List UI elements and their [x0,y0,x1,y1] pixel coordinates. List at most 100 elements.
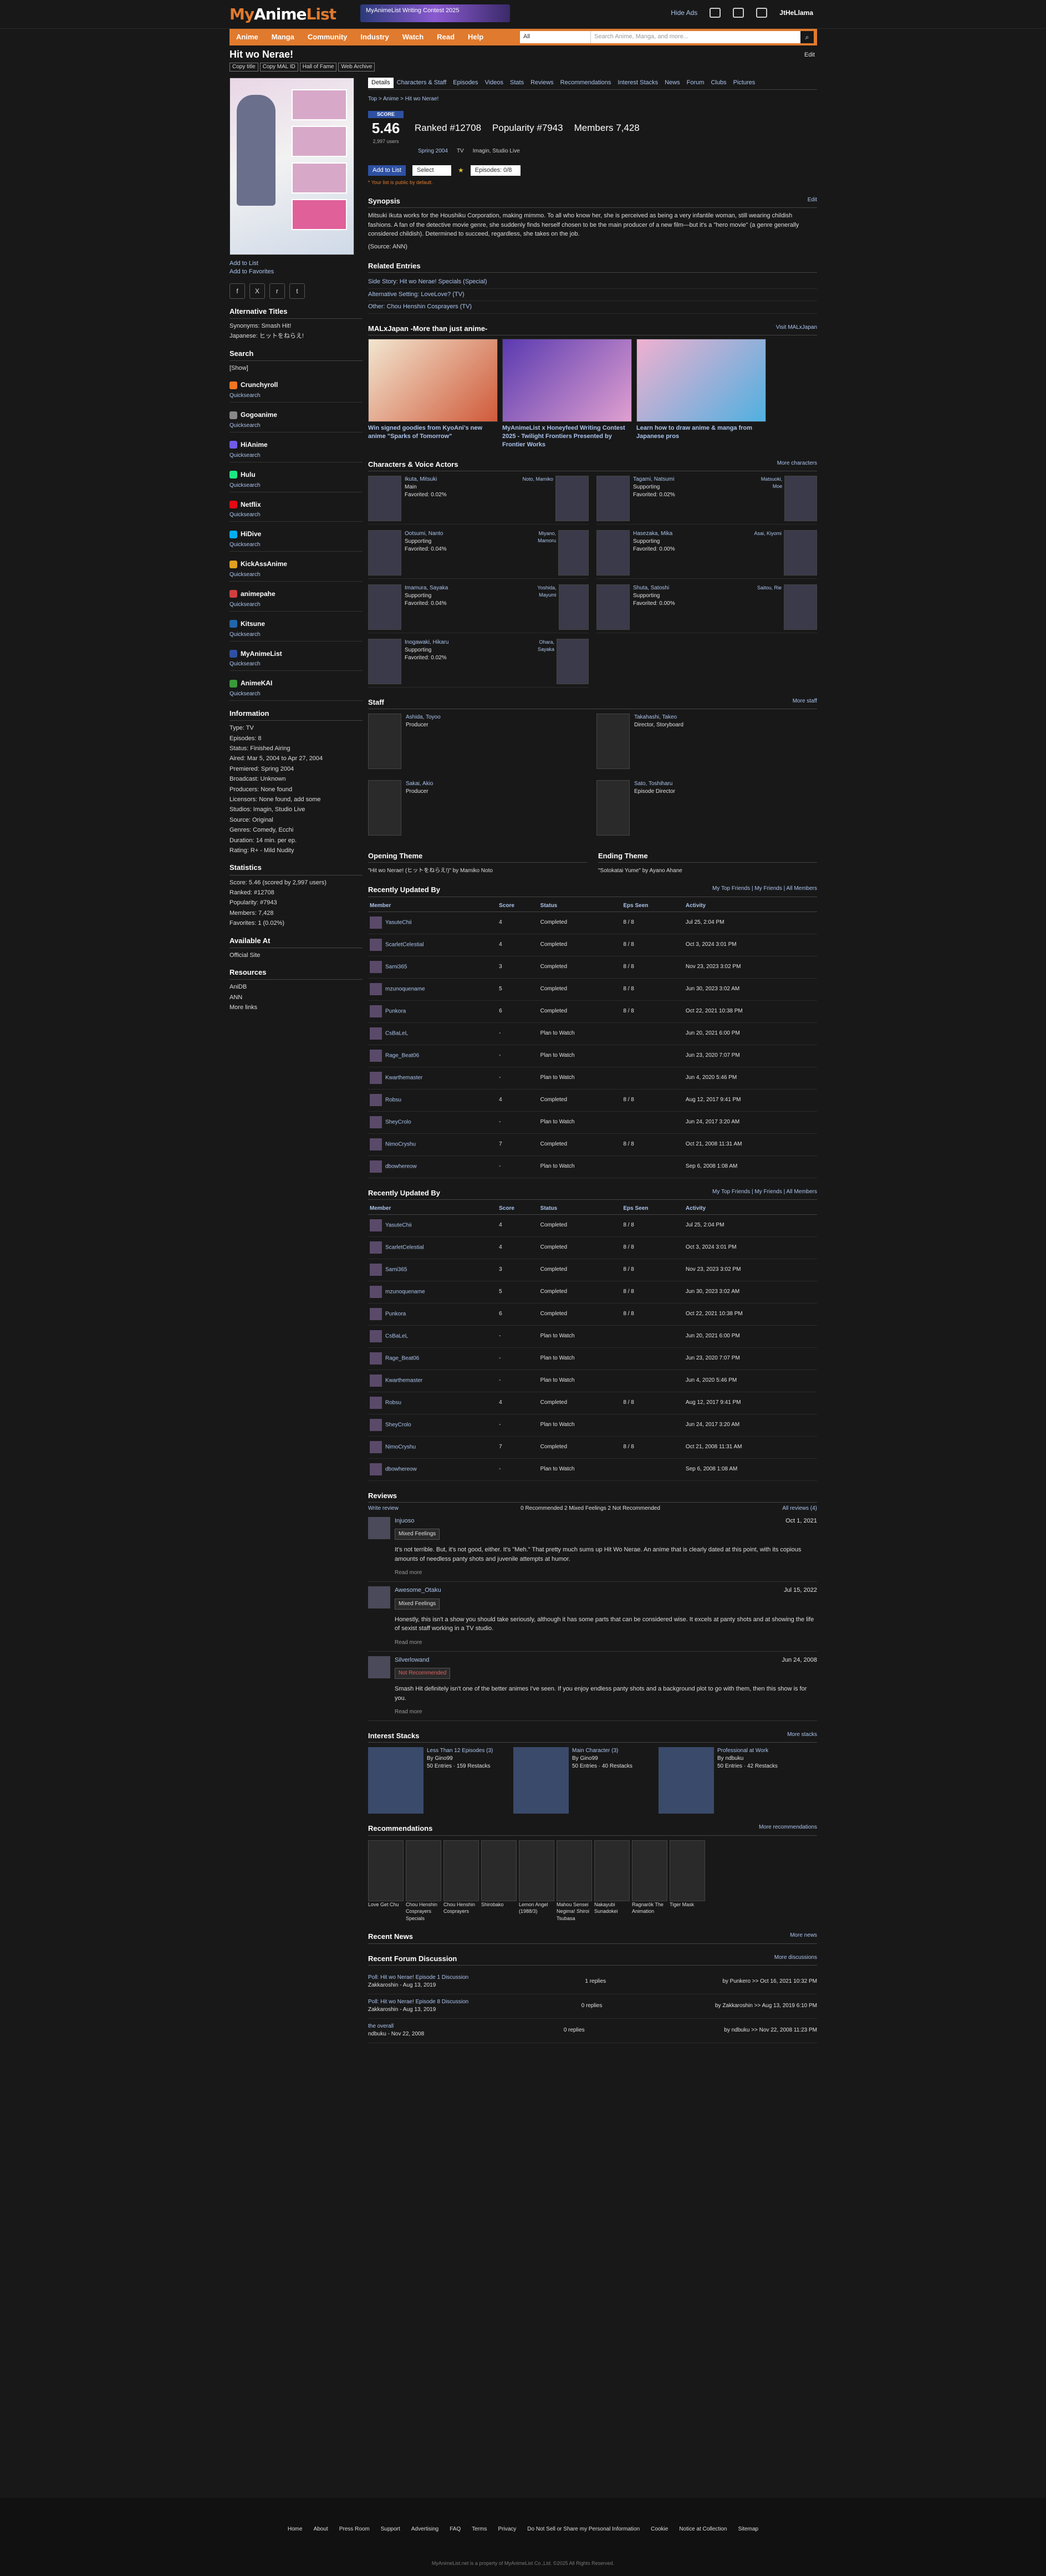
footer-link[interactable]: Home [288,2526,303,2533]
member-name[interactable]: Kwarthemaster [385,1075,422,1081]
recommendation-title[interactable]: Tiger Mask [670,1901,705,1908]
avatar[interactable] [370,1352,382,1365]
member-name[interactable]: Sami365 [385,964,407,970]
staff-name[interactable]: Ashida, Toyoo [406,714,441,721]
avatar[interactable] [370,1308,382,1321]
character-name[interactable]: Tagami, Natsumi [633,476,747,483]
character-image[interactable] [596,584,630,630]
tab-recommendations[interactable]: Recommendations [557,78,615,88]
avatar[interactable] [370,917,382,929]
member-cell[interactable]: ScarletCelestial [368,934,498,956]
mail-icon[interactable] [733,8,744,18]
menu-manga[interactable]: Manga [265,32,301,42]
discussion-title[interactable]: Poll: Hit wo Nerae! Episode 8 Discussion [368,1998,468,2006]
member-name[interactable]: dbowhereow [385,1467,417,1473]
member-name[interactable]: Rage_Beat06 [385,1356,419,1362]
stack-name[interactable]: Professional at Work [717,1747,778,1755]
character-name[interactable]: Shuta, Satoshi [633,584,747,592]
tab-clubs[interactable]: Clubs [707,78,729,88]
stream-name[interactable]: Hulu [241,470,256,480]
recommendation[interactable]: Love Get Chu [368,1840,404,1922]
menu-anime[interactable]: Anime [229,32,265,42]
avatar[interactable] [370,1027,382,1040]
promo-card[interactable]: Win signed goodies from KyoAni's new ani… [368,338,498,450]
tab-reviews[interactable]: Reviews [527,78,557,88]
member-cell[interactable]: Sami365 [368,956,498,979]
member-name[interactable]: Robsu [385,1400,401,1406]
member-cell[interactable]: CsBaLeL [368,1325,498,1348]
quicksearch-link[interactable]: Quicksearch [229,482,363,492]
member-name[interactable]: YasuteChii [385,920,412,926]
stream-name[interactable]: AnimeKAI [241,679,272,688]
staff-image[interactable] [596,714,630,770]
related-entry[interactable]: Alternative Setting: LoveLove? (TV) [368,289,817,302]
updates-filter[interactable]: My Top Friends | My Friends | All Member… [712,1188,817,1198]
member-cell[interactable]: Sami365 [368,1259,498,1281]
add-to-list-link[interactable]: Add to List [229,259,363,268]
recommendation-title[interactable]: Lemon Angel (1988/3) [519,1901,554,1915]
member-cell[interactable]: Punkora [368,1303,498,1326]
score-select[interactable]: Select [412,165,451,176]
avatar[interactable] [370,1264,382,1276]
show-link[interactable]: [Show] [229,364,363,373]
season-link[interactable]: Spring 2004 [418,147,448,155]
member-cell[interactable]: Rage_Beat06 [368,1045,498,1067]
avatar[interactable] [370,1160,382,1173]
recommendation-title[interactable]: Mahou Sensei Negima! Shiroi Tsubasa [557,1901,592,1922]
quicksearch-link[interactable]: Quicksearch [229,392,363,403]
bell-icon[interactable] [756,8,768,18]
reviewer-avatar[interactable] [368,1586,390,1609]
member-cell[interactable]: Punkora [368,1000,498,1023]
avatar[interactable] [370,1050,382,1062]
avatar[interactable] [370,1219,382,1232]
avatar[interactable] [370,1138,382,1151]
voice-actor-image[interactable] [555,476,589,522]
anidb-link[interactable]: AniDB [229,983,363,991]
stream-gogoanime[interactable]: Gogoanime [229,410,363,420]
character-image[interactable] [368,476,401,522]
reviewer-name[interactable]: Awesome_Otaku [395,1586,441,1595]
avatar[interactable] [370,1116,382,1129]
member-name[interactable]: mzunoquename [385,986,425,992]
more-links[interactable]: More links [229,1004,363,1012]
promo-card[interactable]: Learn how to draw anime & manga from Jap… [636,338,766,450]
related-entry[interactable]: Other: Chou Henshin Cosprayers (TV) [368,301,817,314]
footer-link[interactable]: Privacy [498,2526,516,2533]
quicksearch-link[interactable]: Quicksearch [229,690,363,701]
tab-episodes[interactable]: Episodes [450,78,481,88]
recommendation-image[interactable] [557,1840,592,1901]
voice-actor-name[interactable]: Ohara, Sayaka [522,639,554,687]
member-cell[interactable]: dbowhereow [368,1155,498,1178]
avatar[interactable] [370,1330,382,1343]
recommendation-title[interactable]: Chou Henshin Cosprayers [443,1901,479,1915]
discussion-title[interactable]: Poll: Hit wo Nerae! Episode 1 Discussion [368,1974,468,1982]
characters-more[interactable]: More characters [777,460,817,470]
member-cell[interactable]: CsBaLeL [368,1022,498,1045]
voice-actor-image[interactable] [558,584,589,630]
staff-image[interactable] [368,714,401,770]
character-name[interactable]: Ootsumi, Nanto [405,530,519,538]
stream-kitsune[interactable]: Kitsune [229,619,363,629]
footer-link[interactable]: Cookie [651,2526,668,2533]
breadcrumb[interactable]: Top > Anime > Hit wo Nerae! [368,95,817,103]
member-name[interactable]: SheyCrolo [385,1422,411,1428]
stack-name[interactable]: Main Character (3) [572,1747,632,1755]
member-name[interactable]: Kwarthemaster [385,1378,422,1384]
member-name[interactable]: SheyCrolo [385,1119,411,1126]
stack-image[interactable] [659,1747,714,1814]
character-name[interactable]: Hasezaka, Mika [633,530,747,538]
search-input[interactable]: Search Anime, Manga, and more... [591,31,800,43]
avatar[interactable] [370,1463,382,1476]
reviewer-avatar[interactable] [368,1516,390,1539]
tab-stats[interactable]: Stats [507,78,527,88]
tab-interest-stacks[interactable]: Interest Stacks [614,78,661,88]
ann-link[interactable]: ANN [229,994,363,1002]
quicksearch-link[interactable]: Quicksearch [229,511,363,522]
x-icon[interactable]: X [249,283,265,299]
read-more-link[interactable]: Read more [395,1708,422,1716]
member-name[interactable]: mzunoquename [385,1289,425,1295]
avatar[interactable] [370,1241,382,1254]
member-cell[interactable]: NimoCryshu [368,1436,498,1459]
stream-animekai[interactable]: AnimeKAI [229,679,363,688]
review-filter-tabs[interactable]: 0 Recommended 2 Mixed Feelings 2 Not Rec… [521,1505,660,1513]
